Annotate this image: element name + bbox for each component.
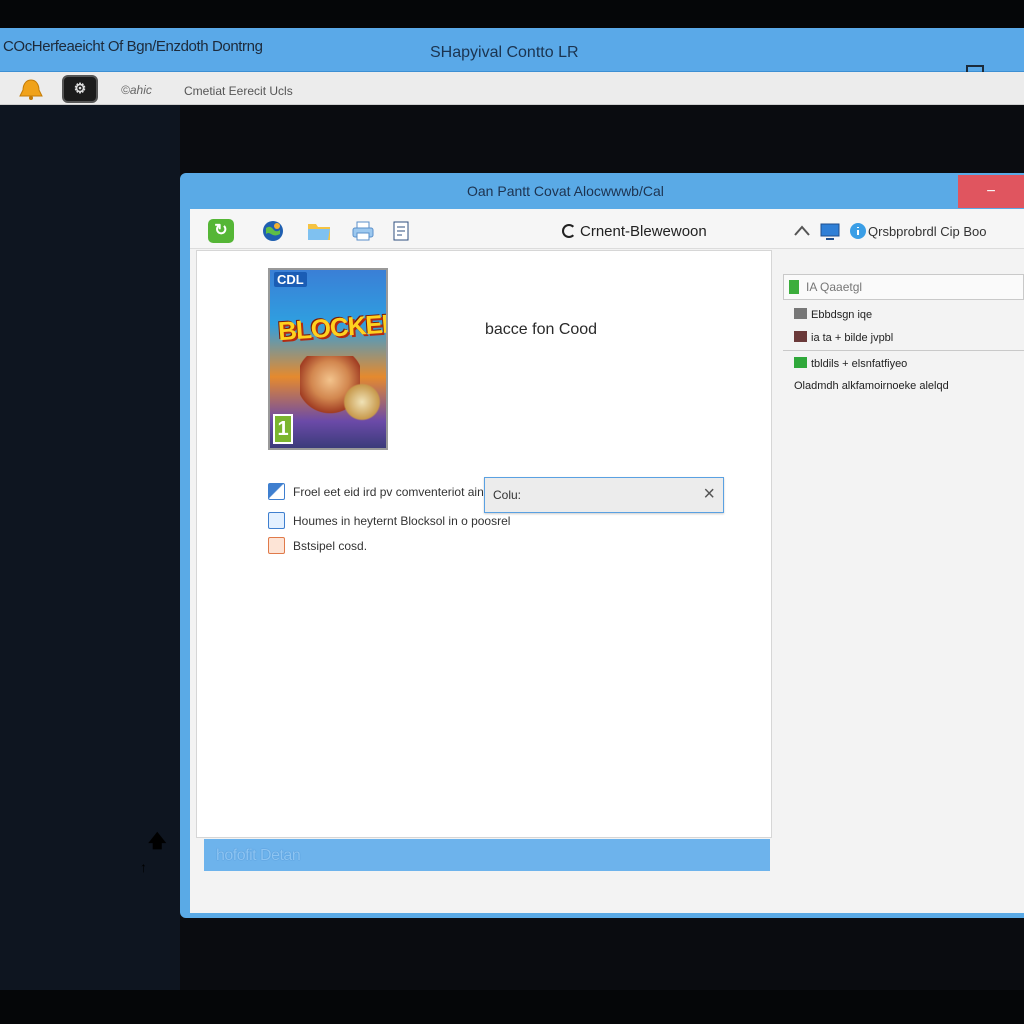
- divider: [783, 350, 1024, 351]
- toolbar-label-graphic[interactable]: ©ahic: [121, 83, 152, 97]
- document-icon: [268, 512, 285, 529]
- printer-icon[interactable]: [350, 219, 376, 243]
- file-icon: [794, 331, 807, 342]
- side-list-item[interactable]: Ebbdsgn iqe: [794, 308, 872, 321]
- cover-logo: CDL: [274, 272, 307, 287]
- list-item-label: Froel eet eid ird pv comventeriot aine: [293, 485, 491, 499]
- status-bar: hofofit Detan: [204, 839, 770, 871]
- dialog-toolbar: ↻ Crnent-Blewewoon Qrsbprobrdl Cip Boo: [190, 209, 1024, 249]
- age-rating-badge: 1: [273, 414, 293, 444]
- mouse-cursor-icon: 🡅: [148, 831, 167, 851]
- left-navigation-pane: [0, 105, 180, 990]
- globe-icon[interactable]: [260, 219, 286, 243]
- dialog-close-button[interactable]: −: [958, 175, 1024, 208]
- side-search-text: IA Qaaetgl: [806, 280, 863, 294]
- cover-character-secondary: [340, 380, 384, 424]
- app-launcher-icon[interactable]: ⚙: [62, 75, 98, 103]
- dialog-body: ↻ Crnent-Blewewoon Qrsbprobrdl Cip Boo C…: [190, 209, 1024, 913]
- screen: COcHerfeaeicht Of Bgn/Enzdoth Dontrng SH…: [0, 0, 1024, 1024]
- side-list-item-label: tbldils + elsnfatfiyeo: [811, 358, 908, 370]
- outer-window-title: COcHerfeaeicht Of Bgn/Enzdoth Dontrng: [3, 38, 263, 55]
- list-item[interactable]: Houmes in heyternt Blocksol in o poosrel: [268, 512, 510, 529]
- outer-window-subtitle: SHapyival Contto LR: [430, 44, 579, 61]
- side-list-item[interactable]: tbldils + elsnfatfiyeo: [794, 357, 907, 370]
- game-cover-image[interactable]: CDL BLOCKED 1: [268, 268, 388, 450]
- list-item-label: Houmes in heyternt Blocksol in o poosrel: [293, 514, 511, 528]
- list-item[interactable]: Froel eet eid ird pv comventeriot aine: [268, 483, 490, 500]
- dialog-toolbar-search[interactable]: Qrsbprobrdl Cip Boo: [868, 224, 987, 239]
- document-icon[interactable]: [388, 219, 414, 243]
- dialog-title: Oan Pantt Covat Alocwwwb/Cal: [467, 183, 664, 199]
- file-icon: [794, 357, 807, 368]
- cover-title: BLOCKED: [277, 307, 388, 347]
- outer-toolbar: ⚙ ©ahic Cmetiat Eerecit Ucls: [0, 72, 1024, 105]
- side-search-field[interactable]: IA Qaaetgl: [783, 274, 1024, 300]
- bottom-black-strip: [0, 990, 1024, 1024]
- side-list-item[interactable]: Oladmdh alkfamoirnoeke alelqd: [794, 380, 949, 392]
- list-item[interactable]: Bstsipel cosd.: [268, 537, 367, 554]
- dialog-toolbar-location-label: Crnent-Blewewoon: [580, 223, 707, 240]
- up-arrow-icon[interactable]: [790, 219, 816, 243]
- dialog-toolbar-location[interactable]: Crnent-Blewewoon: [562, 223, 707, 240]
- dialog-window: Oan Pantt Covat Alocwwwb/Cal − ↻ Crnent-…: [180, 173, 1024, 918]
- color-combo-field[interactable]: Colu: ×: [484, 477, 724, 513]
- side-list-item-label: Oladmdh alkfamoirnoeke alelqd: [794, 380, 949, 392]
- side-panel: IA Qaaetgl Ebbdsgn iqe ia ta + bilde jvp…: [780, 250, 1024, 838]
- side-list-item-label: ia ta + bilde jvpbl: [811, 332, 894, 344]
- mouse-cursor-icon: ↑: [140, 859, 147, 875]
- file-icon: [794, 308, 807, 319]
- outer-window-titlebar[interactable]: COcHerfeaeicht Of Bgn/Enzdoth Dontrng SH…: [0, 28, 1024, 77]
- side-list-item-label: Ebbdsgn iqe: [811, 309, 873, 321]
- top-black-strip: [0, 0, 1024, 28]
- folder-icon[interactable]: [306, 219, 332, 243]
- loading-icon: [562, 224, 576, 238]
- side-list-item[interactable]: ia ta + bilde jvpbl: [794, 331, 893, 344]
- status-text: hofofit Detan: [216, 847, 301, 864]
- green-square-icon: [789, 280, 799, 294]
- pen-icon: [268, 483, 285, 500]
- list-item-label: Bstsipel cosd.: [293, 539, 368, 553]
- content-heading: bacce fon Cood: [485, 321, 598, 338]
- toolbar-label-content[interactable]: Cmetiat Eerecit Ucls: [184, 84, 293, 98]
- dialog-titlebar[interactable]: Oan Pantt Covat Alocwwwb/Cal −: [180, 173, 1024, 209]
- bell-icon[interactable]: [18, 78, 44, 100]
- content-panel: CDL BLOCKED 1 bacce fon Cood Froel eet e…: [196, 250, 772, 838]
- combo-label: Colu:: [493, 488, 522, 502]
- clear-icon[interactable]: ×: [703, 483, 715, 505]
- refresh-icon[interactable]: ↻: [208, 219, 234, 243]
- image-icon: [268, 537, 285, 554]
- monitor-icon[interactable]: [818, 219, 844, 243]
